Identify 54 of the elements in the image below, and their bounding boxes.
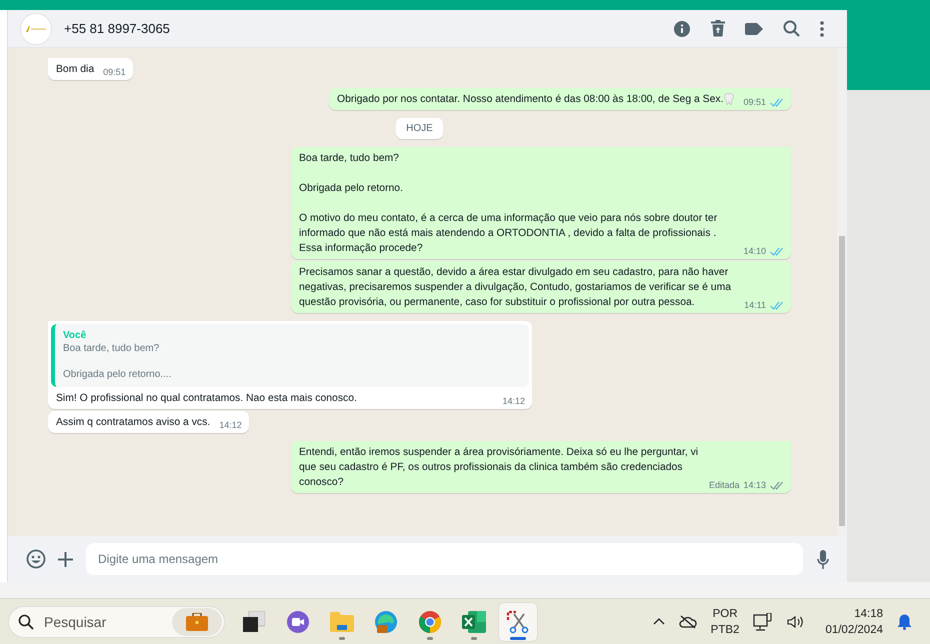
clock-time: 14:18 — [854, 606, 883, 622]
trash-icon[interactable] — [711, 20, 725, 37]
clock-date: 01/02/2024 — [825, 622, 883, 638]
message-time: 09:51 — [103, 67, 126, 78]
label-icon[interactable] — [745, 22, 763, 34]
message-time: 14:10 — [743, 246, 766, 257]
message-text: Bom dia — [56, 63, 94, 77]
taskbar-search[interactable]: Pesquisar — [8, 606, 225, 638]
network-icon[interactable] — [753, 612, 774, 630]
scissors-icon — [506, 610, 530, 634]
date-chip: HOJE — [396, 118, 443, 139]
bell-icon[interactable] — [897, 614, 912, 630]
message-time: 14:12 — [219, 420, 242, 431]
scrollbar-thumb[interactable] — [839, 236, 845, 526]
quoted-message[interactable]: Você Boa tarde, tudo bem? Obrigada pelo retorno.... — [51, 324, 529, 387]
language-indicator[interactable]: POR PTB2 — [710, 606, 740, 638]
browser-icon — [418, 610, 442, 634]
quote-text: Boa tarde, tudo bem? Obrigada pelo retorno.... — [63, 342, 172, 381]
message-text: Entendi, então iremos suspender a área provisóriamente. Deixa só eu lhe perguntar, vi que seu cadastro é PF, os outros profissionais da clinica também são credenciados conosco? — [299, 446, 700, 490]
windows-icon — [243, 610, 265, 632]
clock[interactable]: 14:18 01/02/2024 — [825, 606, 883, 638]
folder-icon — [330, 612, 354, 632]
contact-name: +55 81 8997-3065 — [64, 21, 170, 36]
emoji-icon[interactable] — [26, 549, 46, 569]
message-text: Assim q contratamos aviso a vcs. — [56, 416, 210, 430]
cloud-off-icon[interactable] — [678, 614, 697, 628]
browser-icon — [374, 610, 398, 634]
briefcase-icon — [186, 612, 208, 630]
language-code: PTB2 — [710, 622, 740, 638]
microphone-icon[interactable] — [817, 550, 829, 568]
plus-icon[interactable] — [58, 552, 73, 566]
menu-icon[interactable] — [820, 20, 824, 36]
message-time: 14:11 — [744, 300, 766, 311]
message-text: Sim! O profissional no qual contratamos. Nao esta mais conosco. — [56, 392, 357, 406]
spreadsheet-icon — [462, 610, 486, 632]
video-chat-icon — [286, 610, 310, 634]
chevron-up-icon[interactable] — [652, 618, 665, 625]
logo-icon — [26, 26, 46, 32]
language-code: POR — [712, 606, 738, 622]
message-text: Boa tarde, tudo bem? Obrigada pelo retorno. O motivo do meu contato, é a cerca de uma informação que veio para nós sobre doutor ter informado que não está mais atendendo a ORTODONTIA , devido a falta de profissionais . Essa informação procede? — [299, 152, 718, 256]
message-time: 14:12 — [502, 396, 525, 407]
search-icon — [18, 614, 34, 630]
info-icon[interactable] — [673, 20, 691, 38]
quote-author: Você — [63, 329, 88, 342]
message-time: 14:13 — [743, 480, 766, 491]
volume-icon[interactable] — [787, 614, 806, 628]
message-input[interactable]: Digite uma mensagem — [86, 543, 803, 575]
message-text: Obrigado por nos contatar. Nosso atendimento é das 08:00 às 18:00, de Seg a Sex. — [337, 93, 724, 107]
edited-label: Editada — [708, 480, 740, 491]
scrollbar[interactable] — [837, 48, 847, 536]
search-placeholder: Pesquisar — [44, 614, 106, 630]
search-icon[interactable] — [783, 20, 800, 37]
message-time: 09:51 — [743, 97, 766, 108]
message-text: Precisamos sanar a questão, devido a área estar divulgado em seu cadastro, para não haver negativas, precisaremos suspender a divulgação, Contudo, gostariamos de verificar se é uma questão provisória, ou permanente, caso for substituir o profissional por outra pessoa. — [299, 266, 732, 310]
